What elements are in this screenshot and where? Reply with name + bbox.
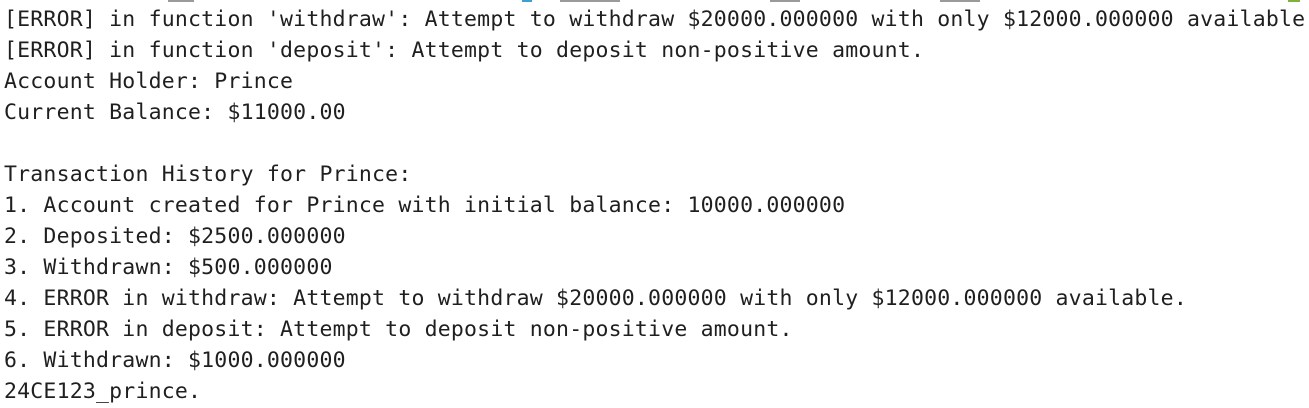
user-id-line: 24CE123_prince.	[4, 379, 202, 404]
clipped-glyph	[560, 0, 620, 2]
history-heading-line: Transaction History for Prince:	[4, 162, 412, 187]
history-item-1: 1. Account created for Prince with initi…	[4, 193, 846, 218]
clipped-glyph-blue	[522, 0, 532, 2]
account-holder-line: Account Holder: Prince	[4, 69, 294, 94]
clipped-glyph	[770, 0, 800, 2]
clipped-glyph-green	[1288, 0, 1300, 2]
history-item-4: 4. ERROR in withdraw: Attempt to withdra…	[4, 286, 1187, 311]
history-item-6: 6. Withdrawn: $1000.000000	[4, 348, 346, 373]
history-item-3: 3. Withdrawn: $500.000000	[4, 255, 333, 280]
clipped-glyph	[940, 0, 980, 2]
history-item-5: 5. ERROR in deposit: Attempt to deposit …	[4, 317, 793, 342]
console-output: [ERROR] in function 'withdraw': Attempt …	[0, 0, 1309, 408]
clipped-glyph	[168, 0, 194, 2]
clipped-previous-line	[0, 0, 1309, 3]
history-item-2: 2. Deposited: $2500.000000	[4, 224, 346, 249]
current-balance-line: Current Balance: $11000.00	[4, 100, 346, 125]
error-line-withdraw: [ERROR] in function 'withdraw': Attempt …	[4, 7, 1309, 32]
error-line-deposit: [ERROR] in function 'deposit': Attempt t…	[4, 38, 925, 63]
